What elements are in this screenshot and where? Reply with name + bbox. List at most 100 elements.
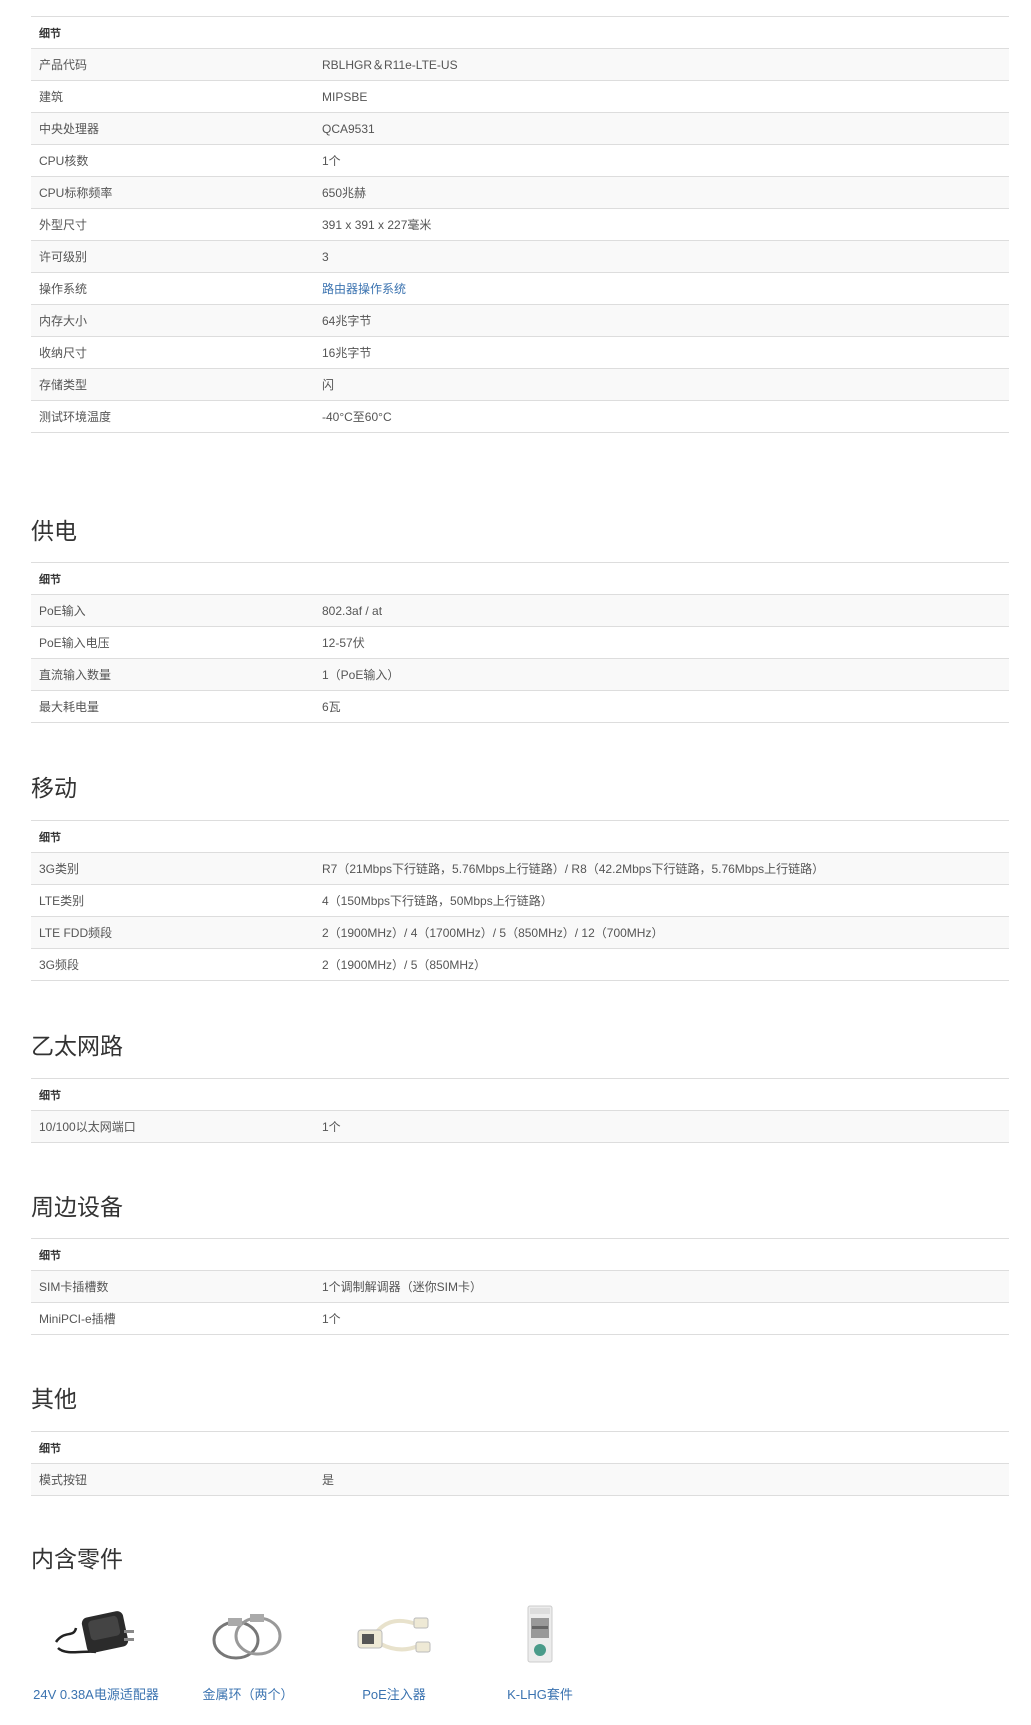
spec-label: LTE类别 [31,884,314,917]
table-row: 收纳尺寸 16兆字节 [31,336,1009,369]
table-header-row: 细节 [31,820,1009,853]
table-row: 模式按钮是 [31,1463,1009,1496]
spec-label: 中央处理器 [31,112,314,145]
spec-label: 直流输入数量 [31,658,314,691]
table-row: 3G频段 2（1900MHz）/ 5（850MHz） [31,948,1009,981]
included-part-label[interactable]: PoE注入器 [329,1684,459,1703]
section-title-power: 供电 [31,518,77,544]
peripherals-specs-table: 细节 SIM卡插槽数 1个调制解调器（迷你SIM卡） MiniPCI-e插槽 1个 [31,1238,1009,1335]
table-row: 测试环境温度 -40°C至60°C [31,400,1009,433]
spec-value: 3 [314,240,1009,273]
spec-value: 16兆字节 [314,336,1009,369]
section-title-peripherals: 周边设备 [31,1194,123,1220]
table-row: PoE输入电压 12-57伏 [31,626,1009,659]
spec-label: PoE输入 [31,594,314,627]
general-specs-section: 细节 产品代码 RBLHGR＆R11e-LTE-US 建筑 MIPSBE 中央处理器… [31,16,1009,433]
included-part-label[interactable]: K-LHG套件 [475,1684,605,1703]
spec-label: LTE FDD频段 [31,916,314,949]
spec-value: 1（PoE输入） [314,658,1009,691]
spec-value: MIPSBE [314,80,1009,113]
spec-label: 许可级别 [31,240,314,273]
spec-value: -40°C至60°C [314,400,1009,433]
spec-value: 4（150Mbps下行链路，50Mbps上行链路） [314,884,1009,917]
table-header: 细节 [31,1238,1009,1271]
included-part-power-adapter[interactable]: 24V 0.38A电源适配器 [31,1600,161,1703]
spec-value: 1个 [314,1110,1009,1143]
metal-rings-icon [198,1600,298,1670]
table-row: 中央处理器 QCA9531 [31,112,1009,145]
poe-injector-icon [344,1600,444,1670]
spec-label: 最大耗电量 [31,690,314,723]
included-part-k-lhg-kit[interactable]: K-LHG套件 [475,1600,605,1703]
spec-value: 2（1900MHz）/ 5（850MHz） [314,948,1009,981]
included-part-poe-injector[interactable]: PoE注入器 [329,1600,459,1703]
spec-label: 10/100以太网端口 [31,1110,314,1143]
table-row: 存储类型闪 [31,368,1009,401]
spec-value: 1个 [314,144,1009,177]
spec-value: 是 [314,1463,1009,1496]
spec-label: 内存大小 [31,304,314,337]
spec-value: R7（21Mbps下行链路，5.76Mbps上行链路）/ R8（42.2Mbps… [314,852,1009,885]
section-title-included: 内含零件 [31,1546,123,1572]
table-row: 10/100以太网端口 1个 [31,1110,1009,1143]
spec-value: 1个 [314,1302,1009,1335]
power-specs-section: 细节 PoE输入 802.3af / at PoE输入电压 12-57伏 直流输入数… [31,562,1009,723]
spec-label: PoE输入电压 [31,626,314,659]
spec-value: 2（1900MHz）/ 4（1700MHz）/ 5（850MHz）/ 12（70… [314,916,1009,949]
spec-label: 3G频段 [31,948,314,981]
spec-value: 6瓦 [314,690,1009,723]
spec-page: 细节 产品代码 RBLHGR＆R11e-LTE-US 建筑 MIPSBE 中央处理器… [0,0,1031,1725]
included-part-label[interactable]: 24V 0.38A电源适配器 [31,1684,161,1703]
spec-label: 收纳尺寸 [31,336,314,369]
other-specs-table: 细节 模式按钮是 [31,1431,1009,1496]
spec-value: 802.3af / at [314,594,1009,627]
spec-label: 模式按钮 [31,1463,314,1496]
included-part-label[interactable]: 金属环（两个） [183,1684,313,1703]
power-specs-table: 细节 PoE输入 802.3af / at PoE输入电压 12-57伏 直流输入数… [31,562,1009,723]
spec-label: CPU核数 [31,144,314,177]
os-link[interactable]: 路由器操作系统 [322,282,406,296]
spec-value: 64兆字节 [314,304,1009,337]
spec-label: 3G类别 [31,852,314,885]
spec-value: RBLHGR＆R11e-LTE-US [314,48,1009,81]
table-row: 外型尺寸 391 x 391 x 227毫米 [31,208,1009,241]
table-row: 操作系统 路由器操作系统 [31,272,1009,305]
table-header: 细节 [31,16,1009,49]
table-row: SIM卡插槽数 1个调制解调器（迷你SIM卡） [31,1270,1009,1303]
table-header-row: 细节 [31,16,1009,49]
other-specs-section: 细节 模式按钮是 [31,1431,1009,1496]
spec-label: CPU标称频率 [31,176,314,209]
k-lhg-kit-icon [490,1600,590,1670]
table-row: LTE FDD频段 2（1900MHz）/ 4（1700MHz）/ 5（850MH… [31,916,1009,949]
mobile-specs-section: 细节 3G类别 R7（21Mbps下行链路，5.76Mbps上行链路）/ R8（4… [31,820,1009,981]
table-row: CPU核数 1个 [31,144,1009,177]
spec-value: 路由器操作系统 [314,272,1009,305]
table-row: 最大耗电量 6瓦 [31,690,1009,723]
spec-label: 产品代码 [31,48,314,81]
ethernet-specs-section: 细节 10/100以太网端口 1个 [31,1078,1009,1143]
spec-value: 650兆赫 [314,176,1009,209]
table-header: 细节 [31,1078,1009,1111]
table-row: 内存大小 64兆字节 [31,304,1009,337]
section-title-other: 其他 [31,1386,77,1412]
table-row: 产品代码 RBLHGR＆R11e-LTE-US [31,48,1009,81]
ethernet-specs-table: 细节 10/100以太网端口 1个 [31,1078,1009,1143]
spec-label: 存储类型 [31,368,314,401]
table-row: 直流输入数量 1（PoE输入） [31,658,1009,691]
spec-value: 391 x 391 x 227毫米 [314,208,1009,241]
spec-label: 操作系统 [31,272,314,305]
included-parts-list: 24V 0.38A电源适配器 金属环（两个） PoE注入器 K-LHG套件 [31,1600,1009,1703]
mobile-specs-table: 细节 3G类别 R7（21Mbps下行链路，5.76Mbps上行链路）/ R8（4… [31,820,1009,981]
table-header: 细节 [31,1431,1009,1464]
table-row: 建筑 MIPSBE [31,80,1009,113]
section-title-ethernet: 乙太网路 [31,1033,123,1059]
table-row: PoE输入 802.3af / at [31,594,1009,627]
section-title-mobile: 移动 [31,775,77,801]
included-part-metal-rings[interactable]: 金属环（两个） [183,1600,313,1703]
spec-label: MiniPCI-e插槽 [31,1302,314,1335]
spec-label: 外型尺寸 [31,208,314,241]
spec-label: SIM卡插槽数 [31,1270,314,1303]
spec-value: 12-57伏 [314,626,1009,659]
table-row: 许可级别 3 [31,240,1009,273]
spec-value: 1个调制解调器（迷你SIM卡） [314,1270,1009,1303]
